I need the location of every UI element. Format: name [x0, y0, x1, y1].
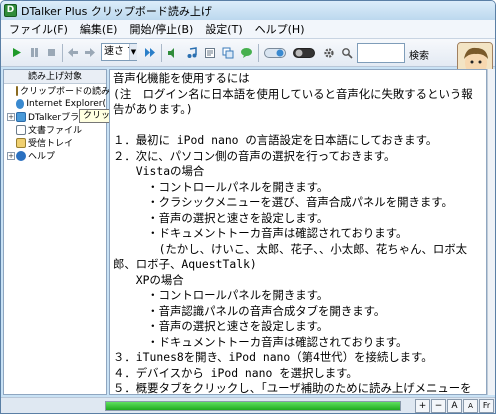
text-line: ・ドキュメントトーカ音声は確認されております。	[113, 226, 408, 240]
back-icon[interactable]	[65, 45, 80, 60]
text-line: ・コントロールパネルを開きます。	[113, 288, 329, 302]
text-line: ・クラシックメニューを選び、音声合成パネルを開きます。	[113, 195, 453, 209]
text-content: 音声化機能を使用するには (注 ログイン名に日本語を使用していると音声化に失敗する…	[110, 70, 486, 395]
forward-icon[interactable]	[82, 45, 97, 60]
status-bar: + − A A Fr	[1, 397, 495, 413]
search-button[interactable]: 検索	[409, 47, 429, 62]
browser-icon	[16, 111, 26, 122]
chat-icon[interactable]	[239, 45, 254, 60]
vertical-scrollbar[interactable]	[487, 69, 495, 395]
progress-fill	[106, 402, 400, 410]
sidebar-item-inbox[interactable]: 受信トレイ	[4, 136, 106, 149]
sidebar-item-label: クリップボードの読み	[20, 87, 111, 97]
toggle-off-icon[interactable]	[293, 45, 315, 60]
text-line: (たかし、けいこ、太郎、花子、、小太郎、花ちゃん、ロボ太	[113, 241, 468, 256]
toolbar-separator	[161, 44, 162, 62]
help-icon	[16, 150, 26, 161]
zoom-out-button[interactable]: −	[431, 399, 446, 413]
sidebar-item-label: 文書ファイル	[28, 126, 83, 136]
music-icon[interactable]	[184, 45, 199, 60]
speaker-icon[interactable]	[165, 45, 180, 60]
toolbar: 速さ 7 ▼ 検索	[1, 39, 495, 86]
gear-icon[interactable]	[321, 45, 336, 60]
inbox-icon	[16, 137, 26, 148]
text-line: ４．デバイスから iPod nano を選択します。	[113, 365, 358, 380]
expand-toggle[interactable]: +	[7, 112, 15, 121]
search-icon[interactable]	[339, 45, 354, 60]
app-icon: D	[4, 4, 17, 17]
menu-bar: ファイル(F) 編集(E) 開始/停止(B) 設定(T) ヘルプ(H)	[1, 20, 495, 39]
sidebar-item-documents[interactable]: 文書ファイル	[4, 123, 106, 136]
sidebar-item-label: Internet Explorer(	[26, 98, 106, 109]
text-area[interactable]: 音声化機能を使用するには (注 ログイン名に日本語を使用していると音声化に失敗する…	[109, 69, 487, 395]
text-line: XPの場合	[113, 272, 184, 287]
menu-help[interactable]: ヘルプ(H)	[249, 21, 311, 37]
text-line: ・音声の選択と速さを設定します。	[113, 319, 329, 333]
font-smaller-button[interactable]: A	[463, 399, 478, 413]
menu-file[interactable]: ファイル(F)	[3, 21, 74, 37]
sidebar-item-help[interactable]: + ヘルプ	[4, 149, 106, 162]
expand-toggle[interactable]: +	[7, 151, 15, 160]
text-line: ・ドキュメントトーカ音声は確認されております。	[113, 334, 408, 349]
text-line: ・音声認識パネルの音声合成タブを開きます。	[113, 303, 386, 318]
fast-forward-icon[interactable]	[143, 45, 158, 60]
text-line: Vistaの場合	[113, 164, 205, 178]
title-bar: D DTalker Plus クリップボード読み上げ	[1, 1, 495, 20]
progress-bar	[105, 401, 401, 411]
document-icon	[16, 124, 26, 135]
play-icon[interactable]	[9, 45, 24, 60]
text-line: ５．概要タブをクリックし、「ユーザ補助のために読み上げメニューを	[113, 381, 472, 395]
toggle-on-icon[interactable]	[264, 45, 286, 60]
text-line: (注 ログイン名に日本語を使用していると音声化に失敗するという報	[113, 86, 473, 101]
font-larger-button[interactable]: A	[447, 399, 462, 413]
sidebar-item-clipboard[interactable]: クリップボードの読み	[4, 84, 110, 97]
text-line: ３．iTunes8を開き、iPod nano（第4世代）を接続します。	[113, 350, 433, 364]
note-icon[interactable]	[202, 45, 217, 60]
clipboard-icon	[16, 85, 18, 96]
text-line	[113, 118, 483, 134]
stop-icon[interactable]	[44, 45, 59, 60]
app-window: D DTalker Plus クリップボード読み上げ ファイル(F) 編集(E)…	[0, 0, 496, 414]
font-button[interactable]: Fr	[479, 399, 494, 413]
zoom-in-button[interactable]: +	[415, 399, 430, 413]
window-title: DTalker Plus クリップボード読み上げ	[21, 4, 212, 18]
text-line: 音声化機能を使用するには	[113, 71, 250, 85]
menu-start-stop[interactable]: 開始/停止(B)	[123, 21, 199, 37]
sidebar-item-label: 受信トレイ	[28, 139, 74, 149]
speed-dropdown-arrow[interactable]: ▼	[129, 44, 137, 60]
sidebar-header: 読み上げ対象	[4, 70, 106, 84]
text-line: ２．次に、パソコン側の音声の選択を行っておきます。	[113, 148, 396, 163]
text-line: 郎、ロボ子、AquestTalk)	[113, 257, 257, 271]
replace-icon[interactable]	[220, 45, 235, 60]
text-line: ・コントロールパネルを開きます。	[113, 179, 329, 194]
ie-icon	[16, 98, 25, 109]
sidebar-item-label: ヘルプ	[28, 152, 56, 162]
menu-edit[interactable]: 編集(E)	[74, 21, 124, 37]
toolbar-separator	[258, 44, 259, 62]
text-line: １．最初に iPod nano の言語設定を日本語にしておきます。	[113, 133, 438, 147]
text-line: ・音声の選択と速さを設定します。	[113, 210, 329, 225]
menu-settings[interactable]: 設定(T)	[199, 21, 248, 37]
toolbar-separator	[62, 44, 63, 62]
text-line: 告があります。)	[113, 102, 193, 116]
search-input[interactable]	[357, 43, 405, 63]
pause-icon[interactable]	[27, 45, 42, 60]
